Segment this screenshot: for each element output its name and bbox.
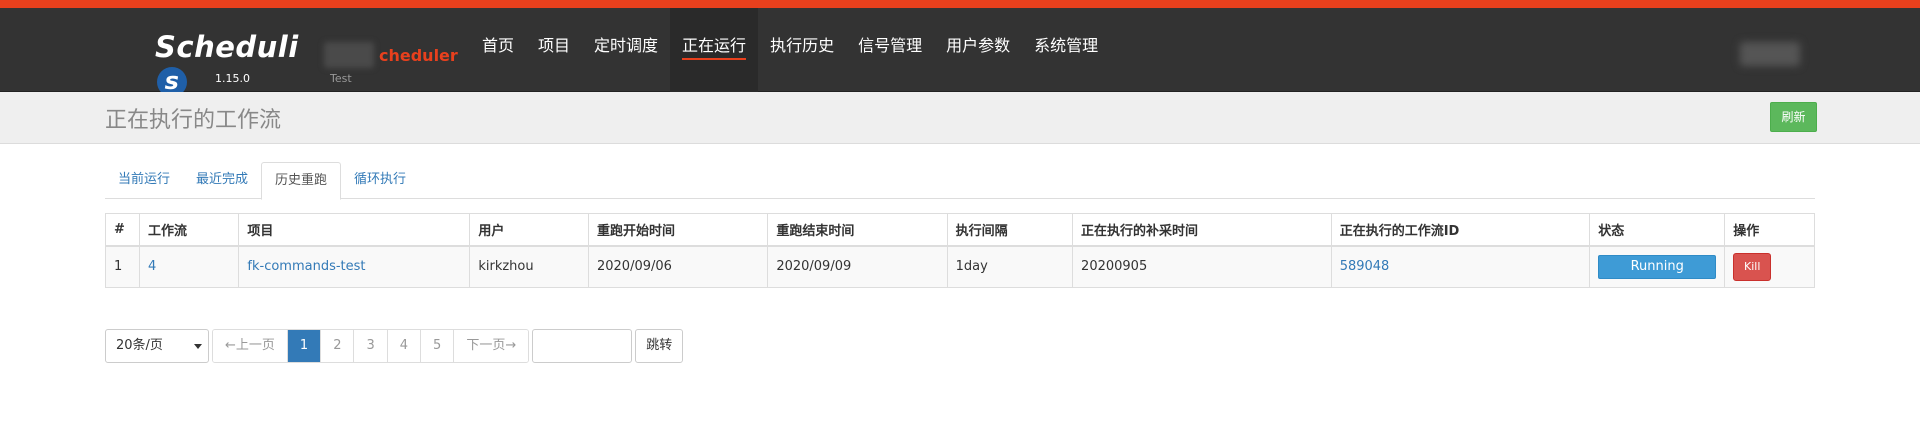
col-status: 状态 (1589, 213, 1726, 247)
page-title: 正在执行的工作流 (105, 108, 282, 133)
page-3-button[interactable]: 3 (353, 330, 387, 362)
environment-label: cheduler Test (324, 38, 458, 88)
jump-button[interactable]: 跳转 (635, 329, 684, 363)
cell-backfill-time: 20200905 (1072, 245, 1332, 288)
brand-logo[interactable]: Schedulis 1.15.0 (155, 30, 305, 97)
page-4-button[interactable]: 4 (386, 330, 421, 362)
page-header: 正在执行的工作流 刷新 (0, 92, 1920, 144)
col-exec-id: 正在执行的工作流ID (1330, 213, 1591, 247)
col-rerun-end: 重跑结束时间 (767, 213, 948, 247)
col-flow: 工作流 (138, 213, 240, 247)
nav-user-params[interactable]: 用户参数 (934, 8, 1022, 92)
brand-wordmark: Schedulis (155, 30, 299, 97)
page-1-button[interactable]: 1 (286, 330, 321, 362)
col-interval: 执行间隔 (946, 213, 1074, 247)
cell-index: 1 (105, 245, 140, 288)
refresh-button[interactable]: 刷新 (1770, 102, 1817, 132)
cell-rerun-start: 2020/09/06 (587, 245, 769, 288)
exec-id-link[interactable]: 589048 (1340, 259, 1390, 274)
pagination: 20条/页 ←上一页 1 2 3 4 5 下一页→ 跳转 (105, 329, 684, 363)
user-menu-redacted[interactable] (1740, 42, 1800, 66)
tab-bar: 当前运行 最近完成 历史重跑 循环执行 (105, 162, 1815, 200)
page-size-select[interactable]: 20条/页 (105, 329, 209, 363)
tab-recently-finished[interactable]: 最近完成 (183, 162, 261, 199)
page-2-button[interactable]: 2 (320, 330, 354, 362)
rerun-table: # 工作流 项目 用户 重跑开始时间 重跑结束时间 执行间隔 正在执行的补采时间… (105, 213, 1815, 288)
main-nav: 首页 项目 定时调度 正在运行 执行历史 信号管理 用户参数 系统管理 (470, 8, 1110, 92)
flow-link[interactable]: 4 (148, 259, 156, 274)
cell-user: kirkzhou (469, 245, 589, 288)
status-running-badge[interactable]: Running (1598, 254, 1717, 279)
nav-history[interactable]: 执行历史 (758, 8, 846, 92)
nav-signals[interactable]: 信号管理 (846, 8, 934, 92)
nav-projects[interactable]: 项目 (526, 8, 582, 92)
page-5-button[interactable]: 5 (420, 330, 454, 362)
brand-version: 1.15.0 (215, 72, 250, 85)
nav-system[interactable]: 系统管理 (1022, 8, 1110, 92)
table-header-row: # 工作流 项目 用户 重跑开始时间 重跑结束时间 执行间隔 正在执行的补采时间… (105, 213, 1815, 247)
nav-schedules[interactable]: 定时调度 (582, 8, 670, 92)
project-link[interactable]: fk-commands-test (247, 259, 365, 274)
next-page-button[interactable]: 下一页→ (453, 330, 529, 362)
col-action: 操作 (1724, 213, 1815, 247)
tab-history-rerun[interactable]: 历史重跑 (261, 162, 342, 200)
environment-name: cheduler (379, 46, 458, 65)
col-backfill-time: 正在执行的补采时间 (1072, 213, 1332, 247)
tab-current-running[interactable]: 当前运行 (105, 162, 183, 199)
prev-page-button[interactable]: ←上一页 (213, 330, 287, 362)
page-buttons: ←上一页 1 2 3 4 5 下一页→ (212, 329, 530, 363)
page-size-value: 20条/页 (116, 338, 163, 353)
top-navbar: Schedulis 1.15.0 cheduler Test 首页 项目 定时调… (0, 0, 1920, 97)
chevron-down-icon (194, 344, 202, 349)
tab-cycle-execution[interactable]: 循环执行 (341, 162, 419, 199)
col-user: 用户 (469, 213, 589, 247)
col-index: # (105, 213, 140, 247)
col-rerun-start: 重跑开始时间 (587, 213, 769, 247)
kill-button[interactable]: Kill (1733, 252, 1772, 281)
redacted-env-prefix (324, 42, 374, 68)
environment-sub: Test (330, 72, 352, 85)
table-row: 1 4 fk-commands-test kirkzhou 2020/09/06… (105, 245, 1815, 288)
nav-running[interactable]: 正在运行 (670, 8, 759, 92)
col-project: 项目 (238, 213, 471, 247)
nav-home[interactable]: 首页 (470, 8, 526, 92)
cell-rerun-end: 2020/09/09 (767, 245, 948, 288)
jump-page-input[interactable] (532, 329, 633, 363)
cell-interval: 1day (946, 245, 1074, 288)
